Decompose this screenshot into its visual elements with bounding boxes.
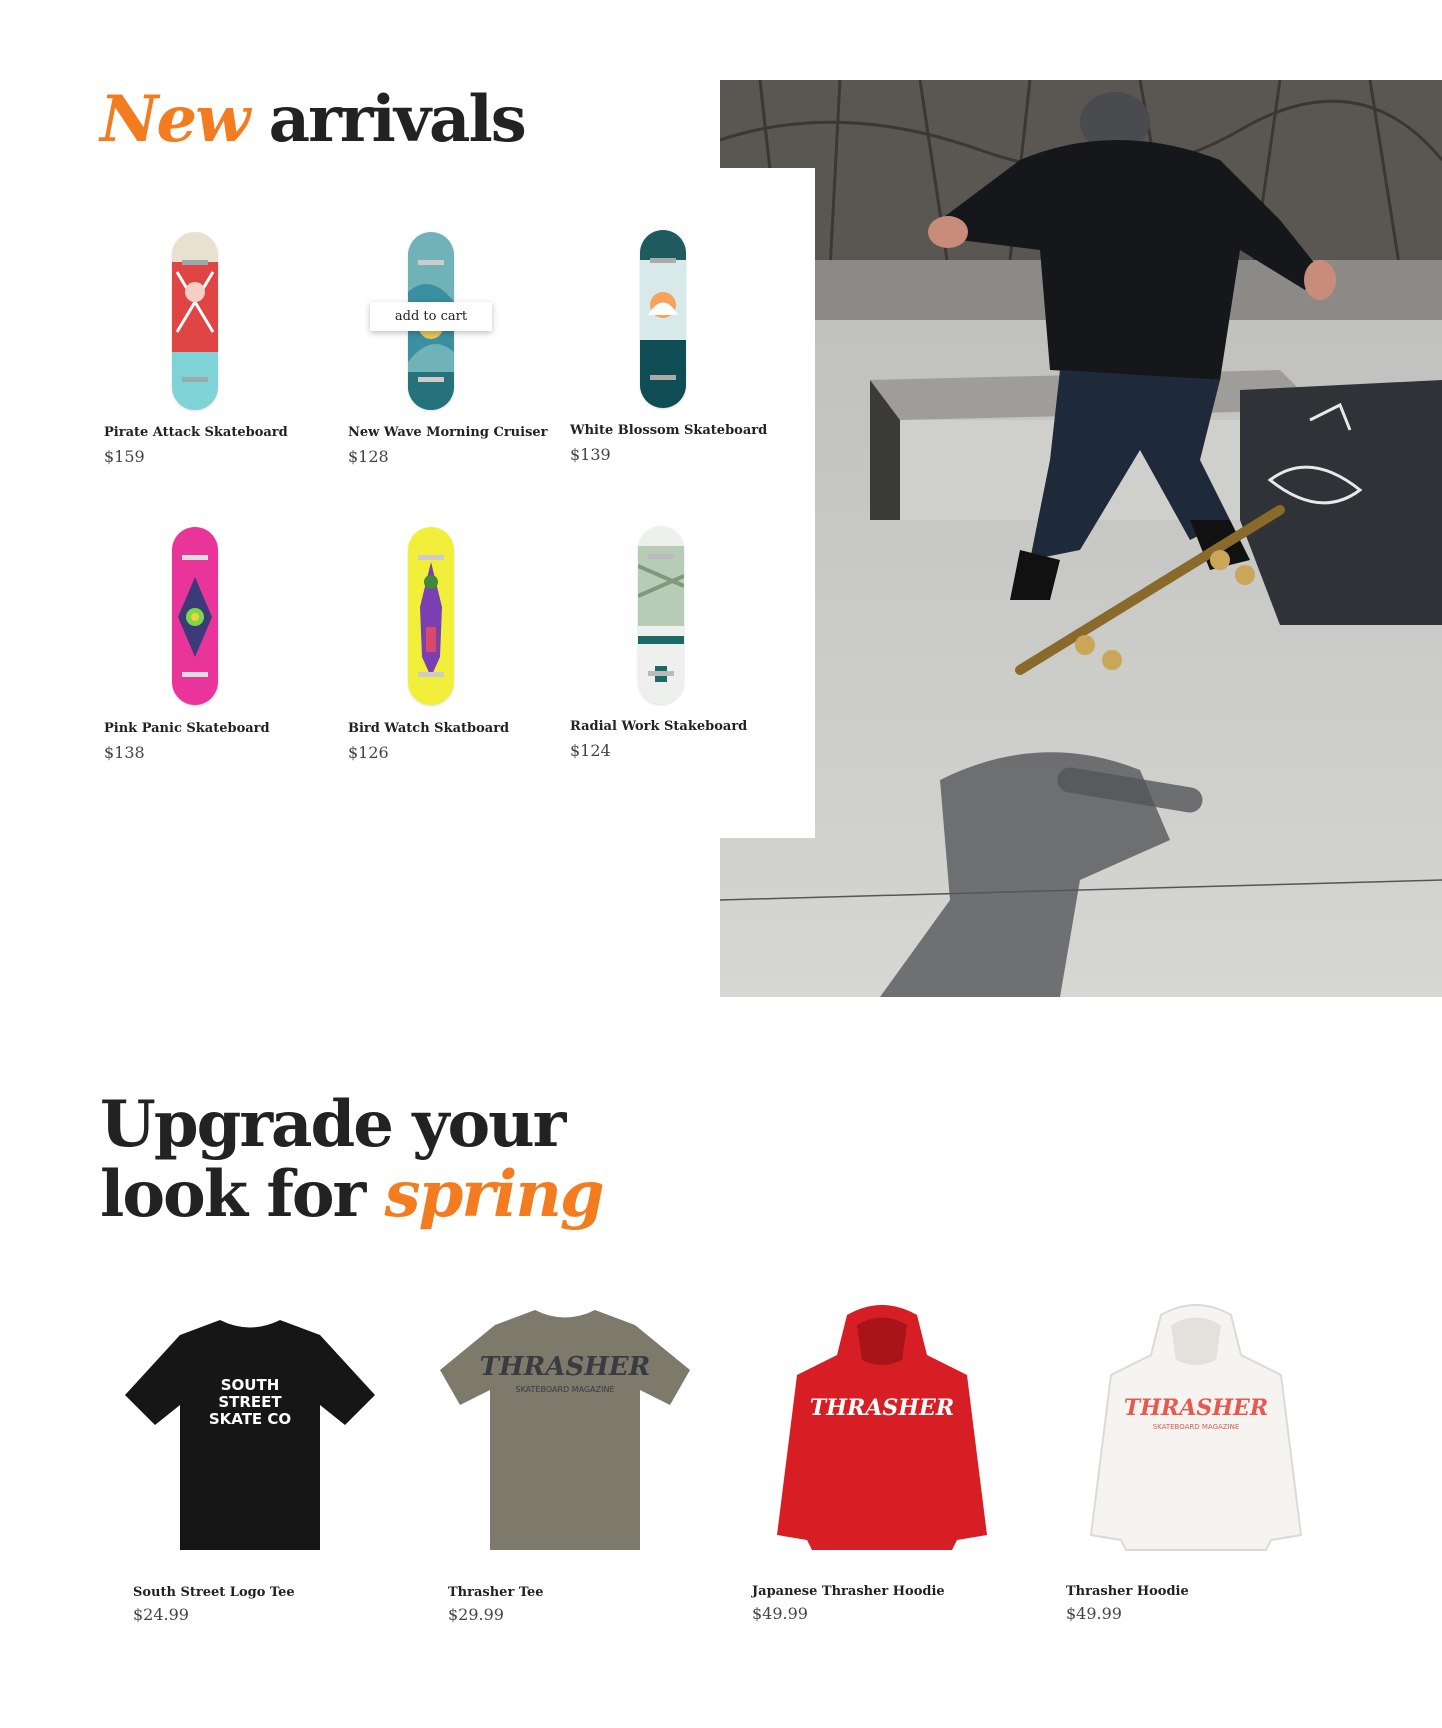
svg-text:THRASHER: THRASHER: [1124, 1395, 1268, 1421]
white-blossom-skateboard-image[interactable]: [640, 230, 686, 408]
pirate-attack-skateboard-image[interactable]: [172, 232, 218, 410]
product-name[interactable]: Pink Panic Skateboard: [104, 721, 270, 736]
spring-heading-line1: Upgrade your: [100, 1087, 566, 1162]
svg-text:SKATEBOARD MAGAZINE: SKATEBOARD MAGAZINE: [516, 1385, 615, 1394]
skater-hero-image: [720, 80, 1442, 997]
product-price: $126: [348, 743, 389, 762]
thrasher-tee-image[interactable]: THRASHER SKATEBOARD MAGAZINE: [435, 1300, 695, 1560]
product-card-bird-watch[interactable]: Bird Watch Skatboard $126: [348, 525, 568, 765]
svg-text:SKATEBOARD MAGAZINE: SKATEBOARD MAGAZINE: [1153, 1423, 1240, 1431]
bird-watch-skateboard-image[interactable]: [408, 527, 454, 705]
product-price: $128: [348, 447, 389, 466]
product-card-new-wave[interactable]: New Wave Morning Cruiser $128: [348, 230, 568, 470]
spring-heading-prefix: look for: [100, 1157, 366, 1232]
new-arrivals-heading: New arrivals: [100, 82, 527, 157]
product-name[interactable]: Pirate Attack Skateboard: [104, 425, 288, 440]
product-card-white-blossom[interactable]: White Blossom Skateboard $139: [570, 228, 790, 468]
svg-text:STREET: STREET: [218, 1393, 282, 1411]
japanese-thrasher-hoodie-image[interactable]: THRASHER: [752, 1300, 1012, 1560]
product-name[interactable]: Japanese Thrasher Hoodie: [752, 1584, 945, 1599]
svg-text:SOUTH: SOUTH: [221, 1376, 280, 1394]
radial-work-skateboard-image[interactable]: [638, 526, 684, 704]
product-price: $138: [104, 743, 145, 762]
product-price: $124: [570, 741, 611, 760]
thrasher-hoodie-image[interactable]: THRASHER SKATEBOARD MAGAZINE: [1066, 1300, 1326, 1560]
product-price: $139: [570, 445, 611, 464]
product-price: $49.99: [752, 1604, 808, 1623]
product-price: $29.99: [448, 1605, 504, 1624]
product-name[interactable]: Thrasher Tee: [448, 1585, 544, 1600]
spring-heading-accent: spring: [384, 1157, 605, 1232]
product-name[interactable]: Thrasher Hoodie: [1066, 1584, 1189, 1599]
add-to-cart-button[interactable]: add to cart: [370, 302, 492, 331]
product-price: $24.99: [133, 1605, 189, 1624]
product-price: $159: [104, 447, 145, 466]
product-card-thrasher-tee[interactable]: THRASHER SKATEBOARD MAGAZINE Thrasher Te…: [435, 1290, 705, 1630]
product-card-south-street-tee[interactable]: SOUTH STREET SKATE CO South Street Logo …: [120, 1290, 390, 1630]
product-name[interactable]: White Blossom Skateboard: [570, 423, 767, 438]
product-name[interactable]: New Wave Morning Cruiser: [348, 425, 548, 440]
product-name[interactable]: South Street Logo Tee: [133, 1585, 295, 1600]
spring-heading-line2: look for spring: [100, 1157, 605, 1232]
product-card-thrasher-hoodie[interactable]: THRASHER SKATEBOARD MAGAZINE Thrasher Ho…: [1066, 1290, 1336, 1630]
south-street-tee-image[interactable]: SOUTH STREET SKATE CO: [120, 1305, 380, 1565]
new-arrivals-heading-rest: arrivals: [268, 82, 527, 157]
svg-text:THRASHER: THRASHER: [480, 1352, 650, 1382]
product-price: $49.99: [1066, 1604, 1122, 1623]
product-card-japanese-thrasher-hoodie[interactable]: THRASHER Japanese Thrasher Hoodie $49.99: [752, 1290, 1022, 1630]
product-card-pirate-attack[interactable]: Pirate Attack Skateboard $159: [104, 230, 324, 470]
product-card-radial-work[interactable]: Radial Work Stakeboard $124: [570, 524, 790, 764]
spring-heading: Upgrade your look for spring: [100, 1087, 605, 1232]
svg-text:SKATE CO: SKATE CO: [209, 1410, 291, 1428]
new-arrivals-heading-accent: New: [100, 82, 250, 157]
product-card-pink-panic[interactable]: Pink Panic Skateboard $138: [104, 525, 324, 765]
pink-panic-skateboard-image[interactable]: [172, 527, 218, 705]
svg-text:THRASHER: THRASHER: [810, 1395, 954, 1421]
product-name[interactable]: Bird Watch Skatboard: [348, 721, 509, 736]
product-name[interactable]: Radial Work Stakeboard: [570, 719, 747, 734]
